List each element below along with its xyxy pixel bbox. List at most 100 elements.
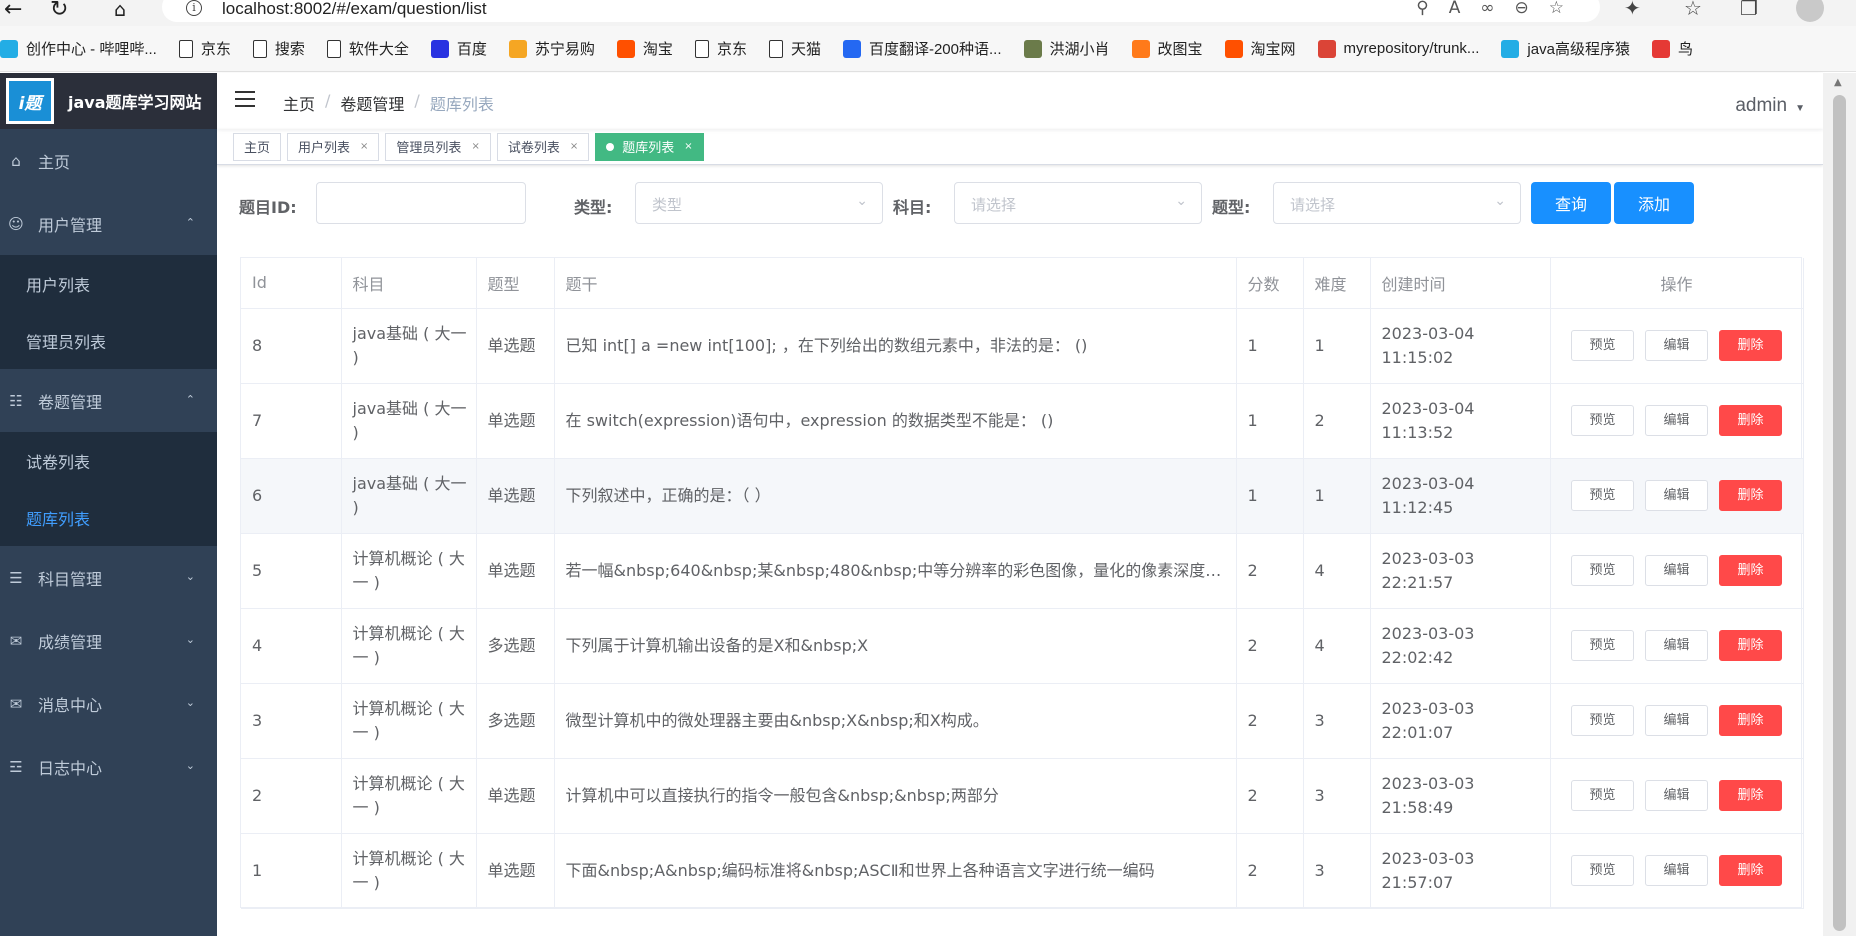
tag-2[interactable]: 管理员列表 ×	[385, 132, 491, 161]
bookmark-label[interactable]: 软件大全	[349, 38, 409, 59]
preview-button[interactable]: 预览	[1571, 780, 1634, 811]
delete-button[interactable]: 删除	[1719, 330, 1782, 361]
add-button[interactable]: 添加	[1614, 182, 1694, 224]
bookmark-label[interactable]: 京东	[201, 38, 231, 59]
bookmark-label[interactable]: 洪湖小肖	[1050, 38, 1110, 59]
question-type-select[interactable]: 请选择 ⌄	[1273, 182, 1521, 224]
bookmark-item[interactable]: 淘宝	[616, 38, 673, 59]
table-row[interactable]: 5 计算机概论 ( 大一 ) 单选题 若一幅&nbsp;640&nbsp;某&nbsp…	[241, 533, 1804, 609]
url-text[interactable]: localhost:8002/#/exam/question/list	[222, 0, 487, 19]
user-dropdown[interactable]: admin ▼	[1735, 95, 1805, 117]
type-select[interactable]: 类型 ⌄	[635, 182, 883, 224]
edit-button[interactable]: 编辑	[1645, 405, 1708, 436]
sidebar-item-label[interactable]: 科目管理	[38, 566, 102, 590]
sidebar-item-6[interactable]: ☲ 日志中心 ⌄	[0, 735, 217, 798]
page-scrollbar[interactable]: ▲	[1823, 73, 1856, 936]
chevron-down-icon[interactable]: ⌄	[186, 759, 195, 772]
sidebar-item-0[interactable]: ⌂ 主页	[0, 129, 217, 192]
edit-button[interactable]: 编辑	[1645, 480, 1708, 511]
preview-button[interactable]: 预览	[1571, 555, 1634, 586]
chevron-up-icon[interactable]: ⌃	[186, 216, 195, 229]
tag-0[interactable]: 主页	[233, 132, 282, 161]
sidebar-item-label[interactable]: 用户管理	[38, 212, 102, 236]
bookmark-item[interactable]: 创作中心 - 哔哩哔...	[0, 38, 157, 59]
sidebar-item-label[interactable]: 主页	[38, 149, 70, 173]
bookmark-item[interactable]: 京东	[694, 38, 747, 59]
bookmark-label[interactable]: 淘宝	[643, 38, 673, 59]
scroll-thumb[interactable]	[1833, 95, 1846, 931]
delete-button[interactable]: 删除	[1719, 405, 1782, 436]
url-toolbar-icons[interactable]: ⚲A∞⊖☆	[1416, 0, 1584, 18]
delete-button[interactable]: 删除	[1719, 480, 1782, 511]
breadcrumb-item[interactable]: 主页	[283, 91, 315, 115]
tag-label[interactable]: 用户列表	[298, 137, 350, 156]
collections-icon[interactable]: ❐	[1740, 0, 1758, 20]
bookmark-item[interactable]: java高级程序猿	[1501, 38, 1630, 59]
sidebar-item-5[interactable]: ✉ 消息中心 ⌄	[0, 672, 217, 735]
table-row[interactable]: 8 java基础 ( 大一 ) 单选题 已知 int[] a =new int[100…	[241, 308, 1804, 384]
query-button[interactable]: 查询	[1531, 182, 1611, 224]
tag-4[interactable]: 题库列表 ×	[595, 132, 704, 161]
sidebar-subitem-label[interactable]: 试卷列表	[26, 449, 90, 473]
sidebar-item-1[interactable]: ☺ 用户管理 ⌃	[0, 192, 217, 255]
preview-button[interactable]: 预览	[1571, 330, 1634, 361]
edit-button[interactable]: 编辑	[1645, 780, 1708, 811]
tag-1[interactable]: 用户列表 ×	[287, 132, 380, 161]
close-icon[interactable]: ×	[471, 141, 479, 152]
bookmark-item[interactable]: 搜索	[252, 38, 305, 59]
chevron-down-icon[interactable]: ⌄	[186, 633, 195, 646]
chevron-down-icon[interactable]: ⌄	[186, 696, 195, 709]
sidebar-item-label[interactable]: 消息中心	[38, 692, 102, 716]
sidebar-subitem-label[interactable]: 管理员列表	[26, 329, 106, 353]
sidebar-subitem-label[interactable]: 用户列表	[26, 272, 90, 296]
site-info-icon[interactable]: i	[186, 0, 202, 16]
scroll-up-icon[interactable]: ▲	[1834, 77, 1842, 88]
caret-down-icon[interactable]: ▼	[1795, 103, 1805, 114]
username[interactable]: admin	[1735, 95, 1787, 116]
breadcrumb-item[interactable]: 卷题管理	[340, 91, 404, 115]
bookmark-item[interactable]: myrepository/trunk...	[1317, 39, 1480, 58]
bookmark-label[interactable]: myrepository/trunk...	[1344, 40, 1480, 57]
bookmark-label[interactable]: 苏宁易购	[535, 38, 595, 59]
bookmark-item[interactable]: 软件大全	[326, 38, 409, 59]
close-icon[interactable]: ×	[570, 141, 578, 152]
sidebar-subitem[interactable]: 试卷列表	[0, 432, 217, 489]
bookmark-item[interactable]: 百度	[430, 38, 487, 59]
bookmark-label[interactable]: 淘宝网	[1251, 38, 1296, 59]
bookmark-label[interactable]: 京东	[717, 38, 747, 59]
bookmark-item[interactable]: 改图宝	[1131, 38, 1203, 59]
bookmark-label[interactable]: 搜索	[275, 38, 305, 59]
sidebar-subitem-label[interactable]: 题库列表	[26, 506, 90, 530]
sidebar-logo[interactable]: i题 java题库学习网站	[0, 73, 217, 129]
extensions-icon[interactable]: ✦	[1624, 0, 1641, 20]
tag-label[interactable]: 试卷列表	[508, 137, 560, 156]
sidebar-subitem[interactable]: 题库列表	[0, 489, 217, 546]
subject-select[interactable]: 请选择 ⌄	[954, 182, 1202, 224]
sidebar-item-label[interactable]: 成绩管理	[38, 629, 102, 653]
chevron-down-icon[interactable]: ⌄	[186, 570, 195, 583]
url-field[interactable]: i localhost:8002/#/exam/question/list ⚲A…	[162, 0, 1600, 22]
home-icon[interactable]: ⌂	[114, 0, 126, 20]
bookmark-label[interactable]: 百度翻译-200种语...	[869, 38, 1002, 59]
table-row[interactable]: 1 计算机概论 ( 大一 ) 单选题 下面&nbsp;A&nbsp;编码标准将&nbs…	[241, 833, 1804, 909]
bookmark-item[interactable]: 鸟	[1651, 38, 1693, 59]
bookmark-label[interactable]: 创作中心 - 哔哩哔...	[26, 38, 157, 59]
profile-avatar[interactable]	[1796, 0, 1824, 22]
delete-button[interactable]: 删除	[1719, 780, 1782, 811]
table-row[interactable]: 6 java基础 ( 大一 ) 单选题 下列叙述中，正确的是：（ ） 1 1 2023-03…	[241, 458, 1804, 534]
preview-button[interactable]: 预览	[1571, 705, 1634, 736]
hamburger-icon[interactable]	[235, 91, 255, 107]
edit-button[interactable]: 编辑	[1645, 855, 1708, 886]
delete-button[interactable]: 删除	[1719, 630, 1782, 661]
table-row[interactable]: 3 计算机概论 ( 大一 ) 多选题 微型计算机中的微处理器主要由&nbsp;X&nb…	[241, 683, 1804, 759]
sidebar-item-3[interactable]: ☰ 科目管理 ⌄	[0, 546, 217, 609]
preview-button[interactable]: 预览	[1571, 480, 1634, 511]
delete-button[interactable]: 删除	[1719, 855, 1782, 886]
bookmark-label[interactable]: 百度	[457, 38, 487, 59]
sidebar-item-4[interactable]: ✉ 成绩管理 ⌄	[0, 609, 217, 672]
table-row[interactable]: 2 计算机概论 ( 大一 ) 单选题 计算机中可以直接执行的指令一般包含&nbsp;&…	[241, 758, 1804, 834]
delete-button[interactable]: 删除	[1719, 705, 1782, 736]
bookmark-item[interactable]: 百度翻译-200种语...	[842, 38, 1002, 59]
close-icon[interactable]: ×	[684, 141, 692, 152]
edit-button[interactable]: 编辑	[1645, 630, 1708, 661]
